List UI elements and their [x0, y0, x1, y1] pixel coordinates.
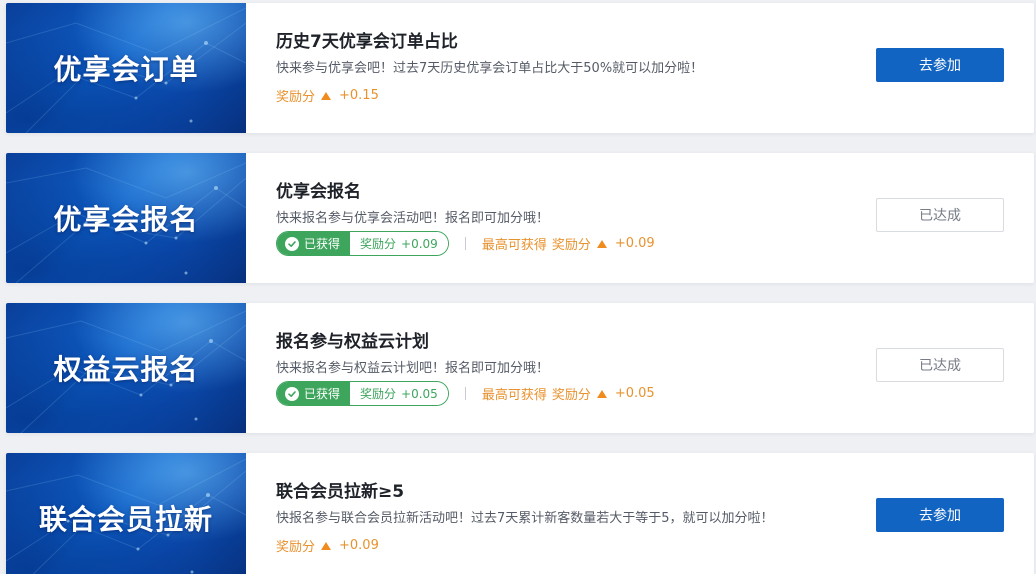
- completed-button[interactable]: 已达成: [876, 198, 1004, 232]
- check-circle-icon: [285, 386, 299, 401]
- task-card-member-recruit: 联合会员拉新 联合会员拉新≥5 快报名参与联合会员拉新活动吧！过去7天累计新客数…: [6, 453, 1034, 574]
- max-value: +0.09: [614, 236, 655, 251]
- status-row: 已获得 奖励分 +0.05 最高可获得 奖励分 +0.05: [276, 380, 655, 407]
- obtained-value: +0.09: [401, 236, 438, 251]
- divider: [464, 237, 466, 250]
- obtained-badge-right: 奖励分 +0.05: [350, 382, 448, 405]
- join-button[interactable]: 去参加: [876, 498, 1004, 532]
- banner-image: 联合会员拉新: [6, 453, 246, 574]
- obtained-value: +0.05: [401, 386, 438, 401]
- task-content: 优享会报名 快来报名参与优享会活动吧！报名即可加分哦！ 已获得 奖励分 +0.0…: [276, 153, 856, 283]
- obtained-reward-label: 奖励分: [360, 237, 397, 251]
- max-value: +0.05: [614, 386, 655, 401]
- join-button[interactable]: 去参加: [876, 48, 1004, 82]
- task-description: 快来报名参与优享会活动吧！报名即可加分哦！: [276, 211, 550, 226]
- reward-value: +0.09: [339, 538, 379, 553]
- reward-info: 奖励分 +0.15: [276, 86, 379, 105]
- task-card-vip-orders: 优享会订单 历史7天优享会订单占比 快来参与优享会吧！过去7天历史优享会订单占比…: [6, 3, 1034, 133]
- task-title: 联合会员拉新≥5: [276, 482, 405, 502]
- obtained-label: 已获得: [304, 387, 341, 401]
- task-card-rights-cloud: 权益云报名 报名参与权益云计划 快来报名参与权益云计划吧！报名即可加分哦！ 已获…: [6, 303, 1034, 433]
- banner-image: 优享会报名: [6, 153, 246, 283]
- reward-label: 奖励分: [276, 540, 316, 555]
- task-title: 优享会报名: [276, 182, 361, 202]
- max-label: 最高可获得: [481, 238, 547, 253]
- task-card-vip-signup: 优享会报名 优享会报名 快来报名参与优享会活动吧！报名即可加分哦！ 已获得 奖励…: [6, 153, 1034, 283]
- obtained-badge: 已获得 奖励分 +0.05: [276, 381, 449, 406]
- completed-button[interactable]: 已达成: [876, 348, 1004, 382]
- triangle-up-icon: [596, 389, 607, 398]
- status-row: 已获得 奖励分 +0.09 最高可获得 奖励分 +0.09: [276, 230, 655, 257]
- obtained-badge-left: 已获得: [277, 382, 351, 405]
- task-content: 报名参与权益云计划 快来报名参与权益云计划吧！报名即可加分哦！ 已获得 奖励分 …: [276, 303, 856, 433]
- obtained-badge-left: 已获得: [277, 232, 351, 255]
- triangle-up-icon: [321, 541, 332, 550]
- task-content: 联合会员拉新≥5 快报名参与联合会员拉新活动吧！过去7天累计新客数量若大于等于5…: [276, 453, 856, 574]
- triangle-up-icon: [596, 239, 607, 248]
- obtained-label: 已获得: [304, 237, 341, 251]
- obtained-badge-right: 奖励分 +0.09: [350, 232, 448, 255]
- divider: [464, 387, 466, 400]
- task-title: 历史7天优享会订单占比: [276, 32, 458, 52]
- max-label: 最高可获得: [481, 388, 547, 403]
- reward-info: 奖励分 +0.09: [276, 536, 379, 555]
- reward-value: +0.15: [339, 88, 379, 103]
- task-description: 快来报名参与权益云计划吧！报名即可加分哦！: [276, 361, 550, 376]
- banner-title: 优享会订单: [53, 53, 199, 86]
- banner-title: 优享会报名: [53, 203, 199, 236]
- obtained-badge: 已获得 奖励分 +0.09: [276, 231, 449, 256]
- triangle-up-icon: [321, 91, 332, 100]
- task-content: 历史7天优享会订单占比 快来参与优享会吧！过去7天历史优享会订单占比大于50%就…: [276, 3, 856, 133]
- reward-label: 奖励分: [276, 90, 316, 105]
- banner-title: 权益云报名: [53, 353, 199, 386]
- task-description: 快来参与优享会吧！过去7天历史优享会订单占比大于50%就可以加分啦！: [276, 61, 704, 76]
- max-reward-label: 奖励分: [551, 238, 591, 253]
- banner-image: 优享会订单: [6, 3, 246, 133]
- obtained-reward-label: 奖励分: [360, 387, 397, 401]
- task-title: 报名参与权益云计划: [276, 332, 429, 352]
- check-circle-icon: [285, 236, 299, 251]
- max-reward-info: 最高可获得 奖励分 +0.05: [482, 384, 655, 403]
- banner-title: 联合会员拉新: [38, 503, 213, 536]
- max-reward-info: 最高可获得 奖励分 +0.09: [482, 234, 655, 253]
- task-description: 快报名参与联合会员拉新活动吧！过去7天累计新客数量若大于等于5，就可以加分啦！: [276, 511, 774, 526]
- banner-image: 权益云报名: [6, 303, 246, 433]
- max-reward-label: 奖励分: [551, 388, 591, 403]
